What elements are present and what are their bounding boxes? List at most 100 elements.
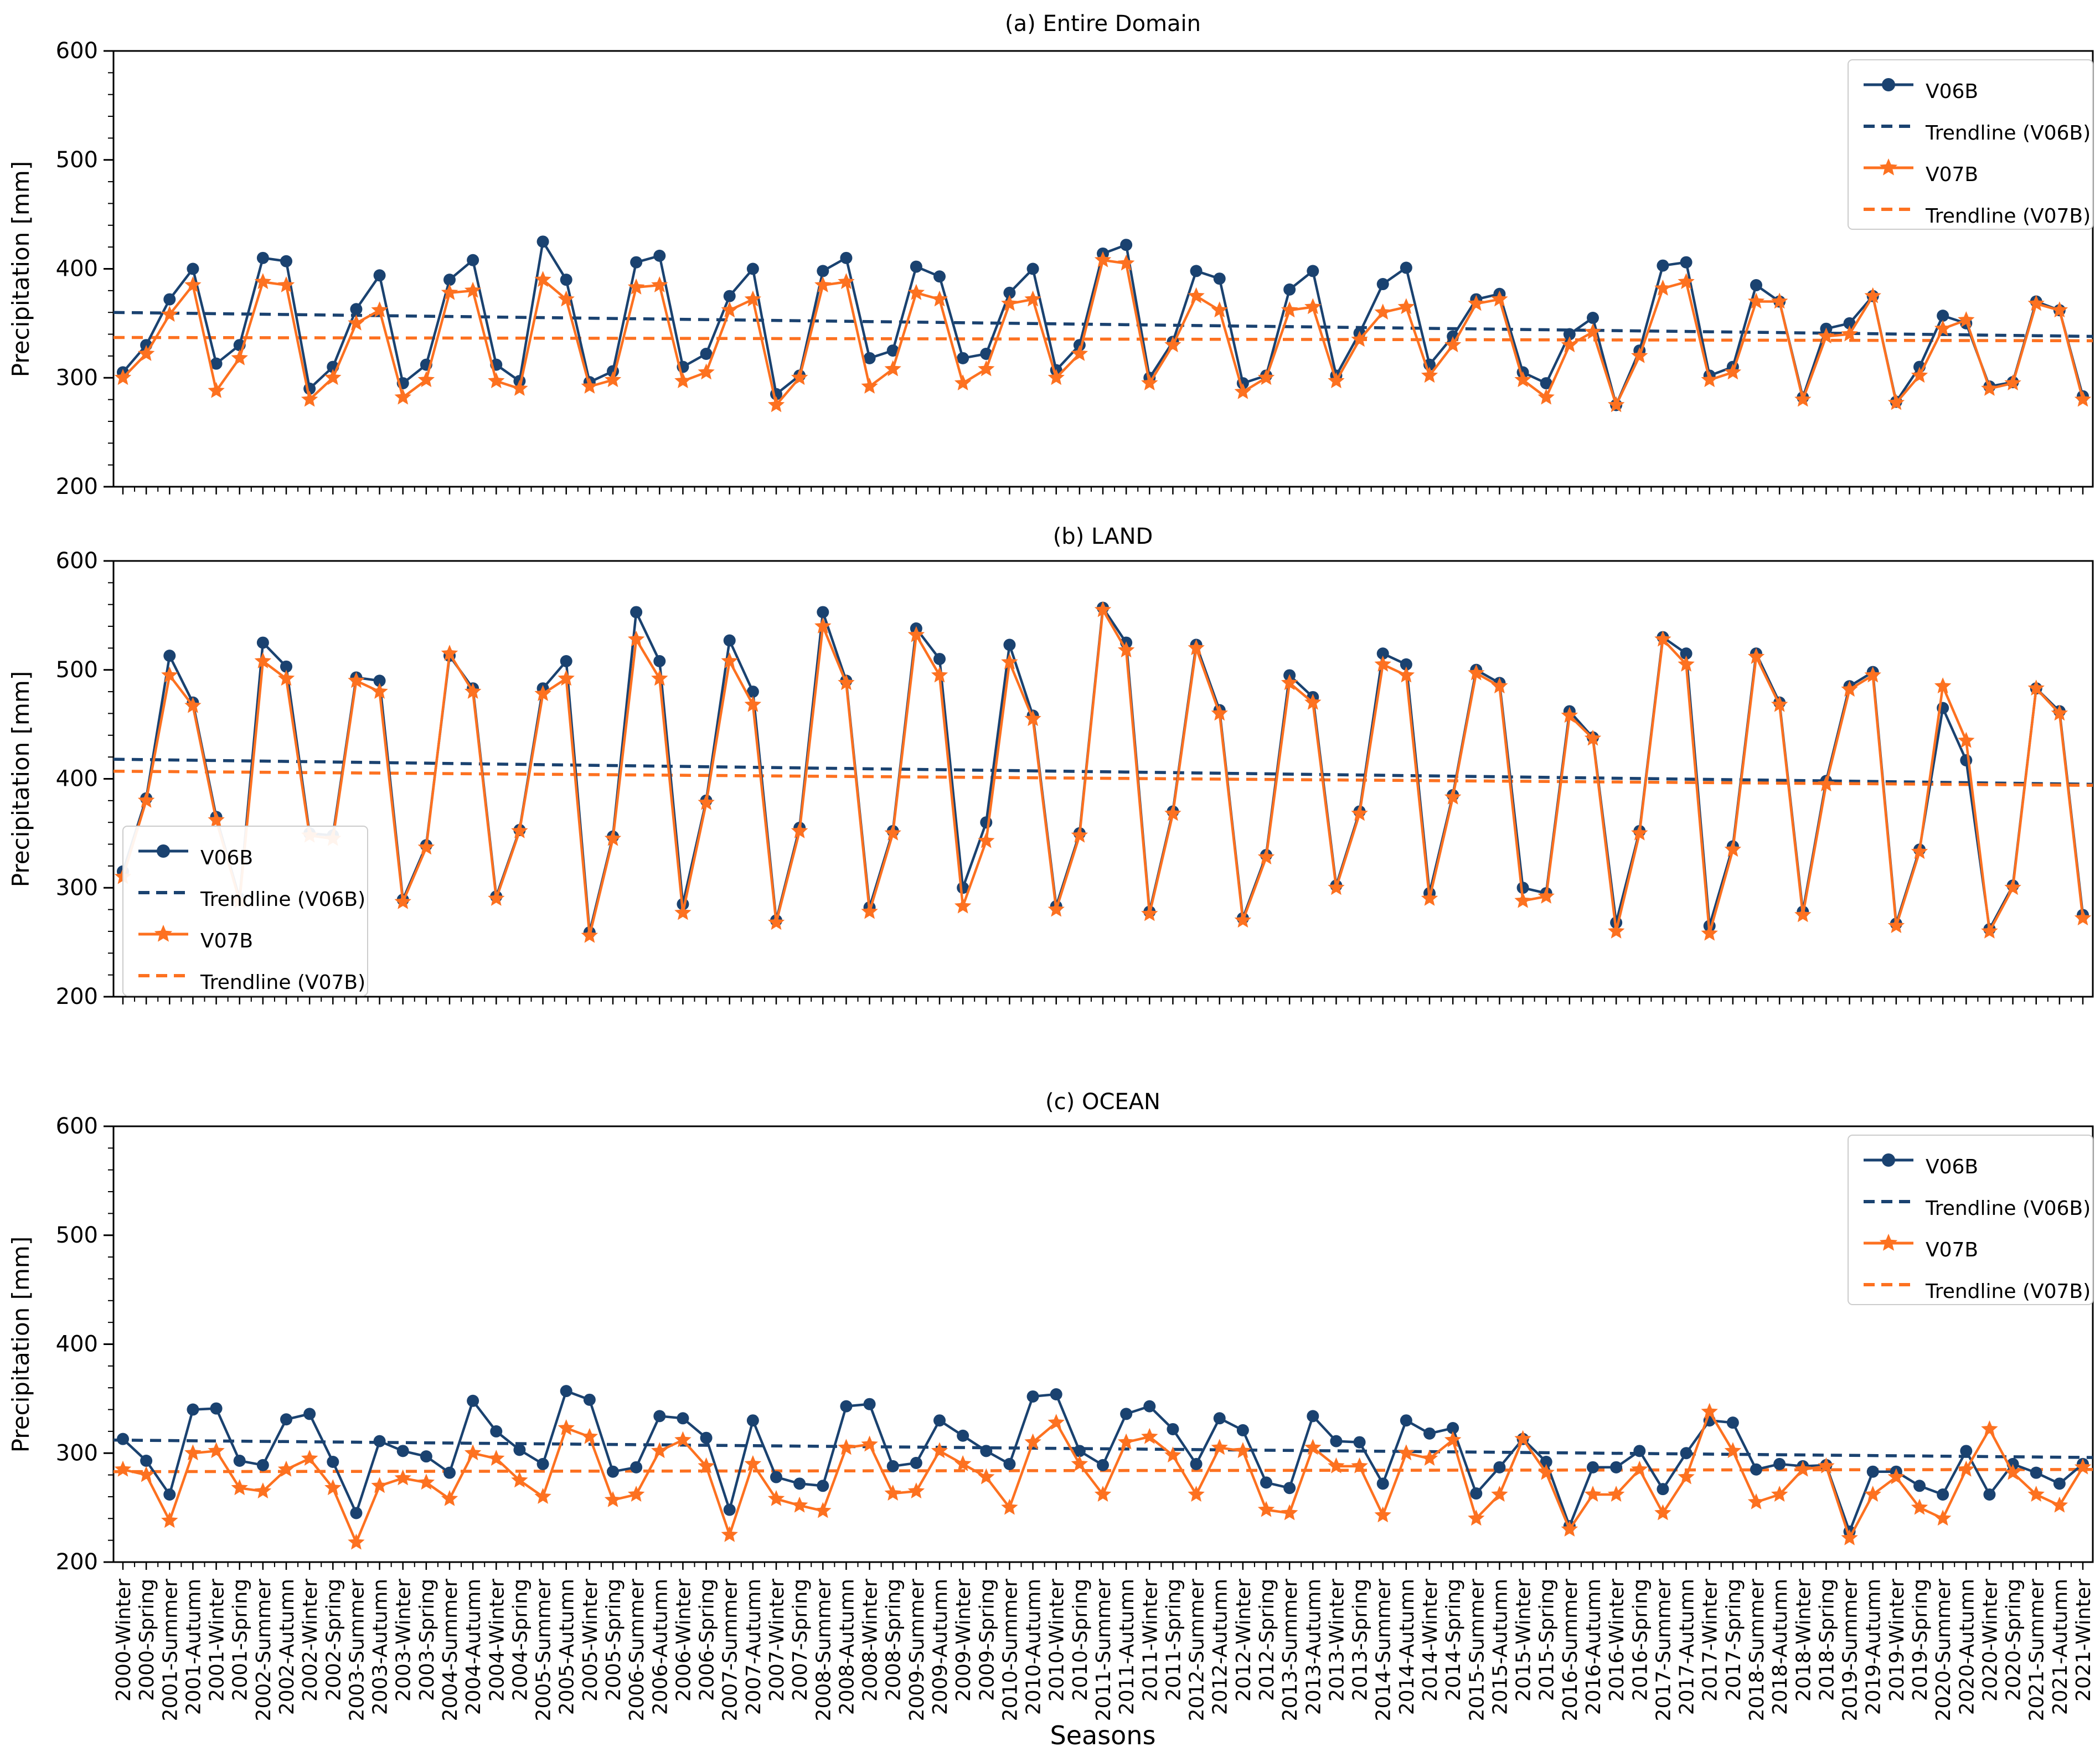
series-line-v07b [122,1409,2084,1546]
data-point-v07b [1537,388,1555,405]
panel-c-title: (c) OCEAN [1045,1089,1160,1115]
data-point-v06b [560,274,572,286]
legend-item-v07b: V07B [1926,163,1978,186]
x-tick-label: 2003-Summer [345,1579,368,1722]
data-point-v06b [117,1433,129,1445]
data-point-v07b [1374,303,1391,320]
data-point-v06b [1120,239,1133,251]
data-point-v06b [630,256,643,269]
x-tick-label: 2017-Autumn [1676,1579,1699,1715]
data-point-v07b [1141,905,1158,921]
x-tick-label: 2008-Summer [812,1579,835,1722]
data-point-v07b [1537,888,1555,904]
trendline-trendline-v06b- [113,311,2093,338]
x-tick-label: 2007-Autumn [742,1579,765,1715]
x-tick-label: 2009-Summer [906,1579,928,1722]
x-tick-label: 2021-Summer [2026,1579,2049,1722]
y-tick-label: 600 [56,1114,98,1139]
legend-item-trend-v07b: Trendline (V07B) [1925,205,2091,228]
data-point-v07b [1911,843,1928,859]
data-point-v06b [1026,262,1039,275]
data-point-v07b [604,1491,622,1507]
x-tick-label: 2002-Winter [299,1579,322,1702]
x-tick-label: 2015-Winter [1513,1579,1535,1702]
data-point-v06b [957,1429,969,1442]
data-point-v07b [371,1477,388,1493]
data-point-v07b [907,1482,925,1499]
data-point-v07b [1257,848,1275,865]
data-point-v06b [1003,638,1016,651]
data-point-v07b [884,824,901,841]
x-axis-label: Seasons [1050,1720,1156,1750]
data-point-v07b [231,1479,248,1496]
data-point-v07b [1374,1506,1391,1523]
data-point-v06b [886,1460,899,1472]
data-point-v06b [630,606,643,619]
legend-item-v07b: V07B [1926,1239,1978,1261]
data-point-v06b [163,293,176,306]
data-point-v06b [607,1465,619,1478]
data-point-v06b [163,650,176,662]
data-point-v07b [348,314,365,331]
x-tick-label: 2008-Winter [859,1579,882,1702]
data-point-v06b [1750,1463,1762,1476]
data-point-v06b [536,1457,549,1470]
data-point-v06b [280,1413,292,1426]
data-point-v06b [1026,1390,1039,1403]
x-tick-label: 2021-Autumn [2049,1579,2072,1715]
data-point-v06b [1307,1410,1319,1423]
data-point-v07b [1561,1521,1578,1537]
data-point-v07b [417,838,435,855]
x-tick-label: 2015-Spring [1536,1579,1559,1701]
data-point-v06b [1773,1457,1786,1470]
trendline-trendline-v06b- [113,1438,2093,1459]
y-tick-label: 300 [56,875,98,900]
x-tick-label: 2005-Autumn [556,1579,579,1715]
data-point-v07b [1188,1486,1205,1502]
data-point-v06b [980,1445,993,1457]
x-tick-label: 2009-Winter [952,1579,975,1702]
data-point-v07b [931,1442,948,1459]
y-tick-label: 600 [56,38,98,64]
data-point-v06b [1330,1435,1343,1447]
trendline-trendline-v07b- [113,336,2093,343]
data-point-v06b [256,1459,269,1471]
data-point-v07b [674,372,692,389]
data-point-v07b [208,811,225,828]
x-tick-label: 2006-Spring [696,1579,719,1701]
x-tick-label: 2010-Winter [1046,1579,1069,1702]
x-tick-label: 2011-Autumn [1116,1579,1138,1715]
x-tick-label: 2001-Autumn [182,1579,205,1715]
data-point-v06b [1470,1487,1483,1500]
data-point-v06b [817,1480,829,1492]
data-point-v06b [140,1455,153,1467]
x-tick-label: 2006-Summer [626,1579,648,1722]
x-tick-label: 2013-Spring [1349,1579,1372,1701]
data-point-v06b [1003,1457,1016,1470]
legend-item-trend-v06b: Trendline (V06B) [200,888,365,911]
data-point-v06b [1750,279,1762,292]
data-point-v06b [1587,312,1599,324]
data-point-v06b [490,1425,503,1437]
data-point-v07b [1048,900,1065,917]
x-tick-label: 2018-Spring [1815,1579,1838,1701]
data-point-v06b [980,816,993,829]
data-point-v07b [534,1487,551,1504]
trendline-trendline-v06b- [113,758,2093,786]
data-point-v06b [1236,1424,1249,1436]
x-tick-label: 2020-Autumn [1955,1579,1978,1715]
data-point-v07b [1747,1493,1765,1509]
x-tick-label: 2019-Winter [1886,1579,1908,1702]
panel-b-title: (b) LAND [1053,524,1153,549]
x-tick-label: 2021-Winter [2072,1579,2095,1702]
data-point-v07b [2051,1496,2068,1513]
y-tick-label: 400 [56,1332,98,1357]
data-point-v07b [1397,298,1415,315]
data-point-v07b [1117,1433,1135,1450]
legend-circle-marker [157,844,170,858]
x-tick-label: 2002-Summer [252,1579,275,1722]
x-tick-label: 2019-Autumn [1862,1579,1885,1715]
x-tick-label: 2002-Spring [322,1579,345,1701]
data-point-v06b [1190,1457,1203,1470]
data-point-v06b [1190,265,1203,277]
